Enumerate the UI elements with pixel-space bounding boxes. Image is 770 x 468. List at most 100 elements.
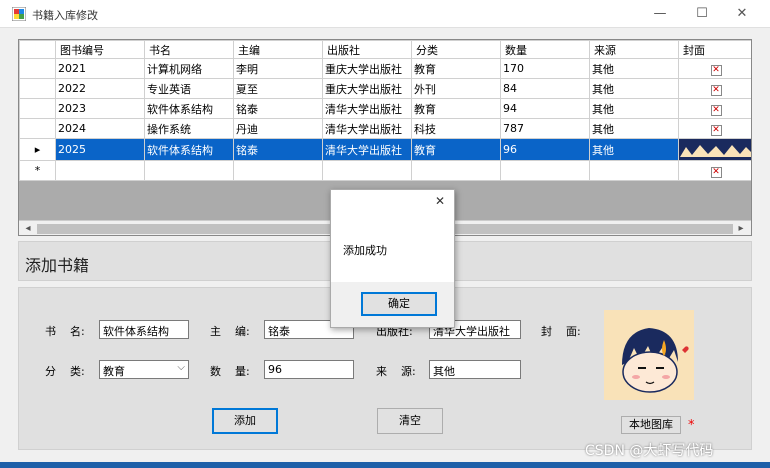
table-cell[interactable] (500, 160, 590, 181)
table-row[interactable]: 2021 计算机网络 李明 重庆大学出版社 教育 170 其他 ✕ (19, 58, 751, 79)
table-cell[interactable]: 外刊 (411, 78, 501, 99)
table-cell[interactable]: 计算机网络 (144, 58, 234, 79)
row-header[interactable] (19, 98, 56, 119)
table-cell[interactable] (144, 160, 234, 181)
app-window: 书籍入库修改 — ☐ ✕ 图书编号 书名 主编 出版社 分类 数量 来源 封面 2021 计算机… (0, 0, 770, 468)
table-cell[interactable]: 操作系统 (144, 118, 234, 139)
table-cell[interactable]: 教育 (411, 98, 501, 119)
table-cell[interactable]: 重庆大学出版社 (322, 78, 412, 99)
table-row[interactable]: 2022 专业英语 夏至 重庆大学出版社 外刊 84 其他 ✕ (19, 78, 751, 99)
required-mark: * (688, 418, 695, 433)
source-input[interactable]: 其他 (429, 360, 521, 379)
broken-image-icon: ✕ (710, 104, 722, 116)
table-cell[interactable]: 李明 (233, 58, 323, 79)
watermark: CSDN @大虾写代码 (585, 443, 714, 459)
table-cell[interactable]: 2022 (55, 78, 145, 99)
table-cell[interactable]: 84 (500, 78, 590, 99)
table-cell[interactable] (55, 160, 145, 181)
dialog-close-icon[interactable]: ✕ (435, 194, 445, 208)
table-cell[interactable]: 铭泰 (233, 138, 323, 161)
quantity-label: 数 量: (210, 365, 250, 378)
table-cell[interactable]: 其他 (589, 118, 679, 139)
table-cell[interactable]: 清华大学出版社 (322, 98, 412, 119)
add-button[interactable]: 添加 (212, 408, 278, 434)
table-cell[interactable]: 170 (500, 58, 590, 79)
table-cell[interactable] (322, 160, 412, 181)
column-header[interactable]: 分类 (411, 40, 501, 59)
table-cell[interactable]: 2021 (55, 58, 145, 79)
broken-image-icon: ✕ (710, 166, 722, 178)
table-cell[interactable]: 专业英语 (144, 78, 234, 99)
column-header[interactable]: 主编 (233, 40, 323, 59)
table-cell[interactable]: 其他 (589, 138, 679, 161)
table-cell[interactable]: 其他 (589, 98, 679, 119)
table-cell[interactable]: 其他 (589, 78, 679, 99)
table-cell[interactable] (233, 160, 323, 181)
row-header[interactable]: * (19, 160, 56, 181)
clear-button[interactable]: 清空 (377, 408, 443, 434)
table-cell[interactable]: 科技 (411, 118, 501, 139)
name-input[interactable]: 软件体系结构 (99, 320, 189, 339)
section-title: 添加书籍 (25, 256, 90, 275)
table-row[interactable]: 2024 操作系统 丹迪 清华大学出版社 科技 787 其他 ✕ (19, 118, 751, 139)
table-cell[interactable]: 清华大学出版社 (322, 138, 412, 161)
table-cell[interactable]: 其他 (589, 58, 679, 79)
table-cell[interactable]: 丹迪 (233, 118, 323, 139)
cover-cell[interactable]: ✕ (678, 98, 751, 119)
chevron-down-icon[interactable]: ⌵ (177, 362, 185, 373)
table-cell[interactable] (589, 160, 679, 181)
table-cell[interactable]: 夏至 (233, 78, 323, 99)
table-cell[interactable]: 教育 (411, 58, 501, 79)
table-cell[interactable]: 2025 (55, 138, 145, 161)
category-value: 教育 (103, 365, 125, 378)
table-row[interactable]: 2023 软件体系结构 铭泰 清华大学出版社 教育 94 其他 ✕ (19, 98, 751, 119)
cover-cell[interactable]: ✕ (678, 160, 751, 181)
table-cell[interactable]: 重庆大学出版社 (322, 58, 412, 79)
column-header[interactable]: 图书编号 (55, 40, 145, 59)
scroll-left-icon[interactable]: ◂ (20, 222, 36, 235)
table-row[interactable]: ▸ 2025 软件体系结构 铭泰 清华大学出版社 教育 96 其他 (19, 138, 751, 161)
broken-image-icon: ✕ (710, 124, 722, 136)
row-header[interactable] (19, 58, 56, 79)
table-row[interactable]: * ✕ (19, 160, 751, 181)
quantity-input[interactable]: 96 (264, 360, 354, 379)
row-header[interactable] (19, 118, 56, 139)
local-gallery-button[interactable]: 本地图库 (621, 416, 681, 434)
table-cell[interactable]: 软件体系结构 (144, 138, 234, 161)
row-header[interactable]: ▸ (19, 138, 56, 161)
table-cell[interactable]: 教育 (411, 138, 501, 161)
success-dialog: ✕ 添加成功 确定 (330, 189, 455, 328)
column-header[interactable]: 书名 (144, 40, 234, 59)
table-cell[interactable]: 铭泰 (233, 98, 323, 119)
category-label: 分 类: (45, 365, 85, 378)
table-cell[interactable]: 软件体系结构 (144, 98, 234, 119)
column-header[interactable]: 出版社 (322, 40, 412, 59)
table-cell[interactable]: 清华大学出版社 (322, 118, 412, 139)
close-button[interactable]: ✕ (722, 0, 762, 28)
editor-label: 主 编: (210, 325, 250, 338)
table-cell[interactable]: 94 (500, 98, 590, 119)
table-cell[interactable]: 787 (500, 118, 590, 139)
table-cell[interactable]: 96 (500, 138, 590, 161)
minimize-button[interactable]: — (640, 0, 680, 28)
row-header-corner (19, 40, 56, 59)
table-cell[interactable] (411, 160, 501, 181)
column-header[interactable]: 封面 (678, 40, 751, 59)
dialog-message: 添加成功 (343, 244, 387, 257)
dialog-footer: 确定 (331, 282, 454, 327)
ok-button[interactable]: 确定 (361, 292, 437, 316)
cover-cell[interactable] (678, 138, 751, 161)
table-cell[interactable]: 2023 (55, 98, 145, 119)
cover-cell[interactable]: ✕ (678, 78, 751, 99)
maximize-button[interactable]: ☐ (682, 0, 722, 28)
column-header[interactable]: 来源 (589, 40, 679, 59)
app-icon (12, 7, 26, 21)
column-header[interactable]: 数量 (500, 40, 590, 59)
table-cell[interactable]: 2024 (55, 118, 145, 139)
row-header[interactable] (19, 78, 56, 99)
category-select[interactable]: 教育 ⌵ (99, 360, 189, 379)
cover-cell[interactable]: ✕ (678, 58, 751, 79)
cover-thumbnail (680, 139, 751, 157)
scroll-right-icon[interactable]: ▸ (733, 222, 749, 235)
cover-cell[interactable]: ✕ (678, 118, 751, 139)
